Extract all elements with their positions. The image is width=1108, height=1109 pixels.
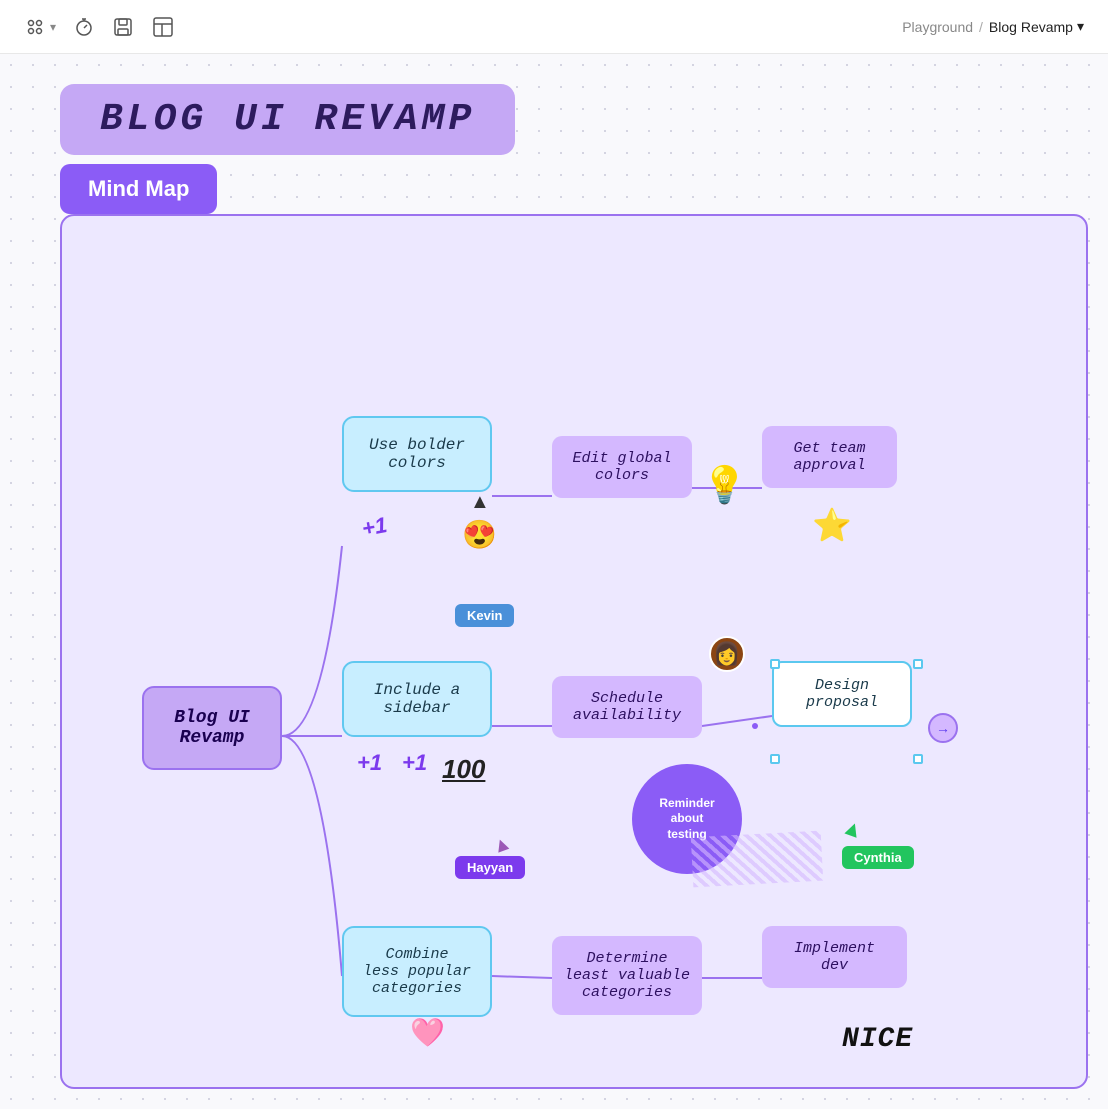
node-edit-global-colors[interactable]: Edit global colors	[552, 436, 692, 498]
node-design-proposal[interactable]: Design proposal	[772, 661, 912, 727]
node-center[interactable]: Blog UI Revamp	[142, 686, 282, 770]
canvas-frame[interactable]: Blog UI Revamp Use bolder colors Edit gl…	[60, 214, 1088, 1089]
selection-handle-tl[interactable]	[770, 659, 780, 669]
user-avatar: 👩	[709, 636, 745, 672]
selection-handle-br[interactable]	[913, 754, 923, 764]
sticker-plus1-mid-2: +1	[402, 750, 427, 776]
cursor-main: ▲	[470, 491, 490, 514]
app-menu-icon[interactable]: ▾	[24, 16, 56, 38]
arrow-next-button[interactable]: →	[928, 713, 958, 743]
canvas-title: BLOG UI REVAMP	[100, 98, 475, 141]
node-get-team-approval[interactable]: Get team approval	[762, 426, 897, 488]
node-include-sidebar[interactable]: Include a sidebar	[342, 661, 492, 737]
toolbar-left: ▾	[24, 16, 174, 38]
name-tag-kevin: Kevin	[455, 604, 514, 627]
selection-handle-tr[interactable]	[913, 659, 923, 669]
cursor-green: ▲	[838, 813, 867, 845]
tape-decoration	[691, 831, 823, 888]
node-schedule-availability[interactable]: Schedule availability	[552, 676, 702, 738]
sticker-star: ⭐	[812, 506, 852, 544]
layout-icon[interactable]	[152, 16, 174, 38]
name-tag-hayyan: Hayyan	[455, 856, 525, 879]
canvas[interactable]: BLOG UI REVAMP Mind Map	[0, 54, 1108, 1109]
sticker-emoji-smile: 😍	[462, 518, 497, 551]
save-icon[interactable]	[112, 16, 134, 38]
sticker-plus1-mid-1: +1	[357, 750, 382, 776]
node-determine-least[interactable]: Determine least valuable categories	[552, 936, 702, 1015]
sticker-lightbulb: 💡	[702, 464, 747, 506]
nice-sticker: NICE	[842, 1024, 913, 1055]
mindmap-label: Mind Map	[60, 164, 217, 214]
mindmap-label-text: Mind Map	[88, 176, 189, 201]
sticker-heart: 🩷	[410, 1016, 445, 1049]
breadcrumb-parent[interactable]: Playground	[902, 19, 973, 35]
timer-icon[interactable]	[74, 17, 94, 37]
sticker-plus1-top: +1	[360, 512, 389, 542]
breadcrumb: Playground / Blog Revamp ▾	[902, 18, 1084, 35]
title-banner: BLOG UI REVAMP	[60, 84, 515, 155]
name-tag-cynthia: Cynthia	[842, 846, 914, 869]
connection-dot	[752, 723, 758, 729]
breadcrumb-dropdown-icon[interactable]: ▾	[1077, 18, 1084, 35]
breadcrumb-current: Blog Revamp ▾	[989, 18, 1084, 35]
selection-handle-bl[interactable]	[770, 754, 780, 764]
node-use-bolder-colors[interactable]: Use bolder colors	[342, 416, 492, 492]
toolbar: ▾ Playground /	[0, 0, 1108, 54]
node-implement-dev[interactable]: Implement dev	[762, 926, 907, 988]
breadcrumb-separator: /	[979, 19, 983, 35]
sticker-100: 100	[442, 754, 485, 785]
node-combine-categories[interactable]: Combine less popular categories	[342, 926, 492, 1017]
